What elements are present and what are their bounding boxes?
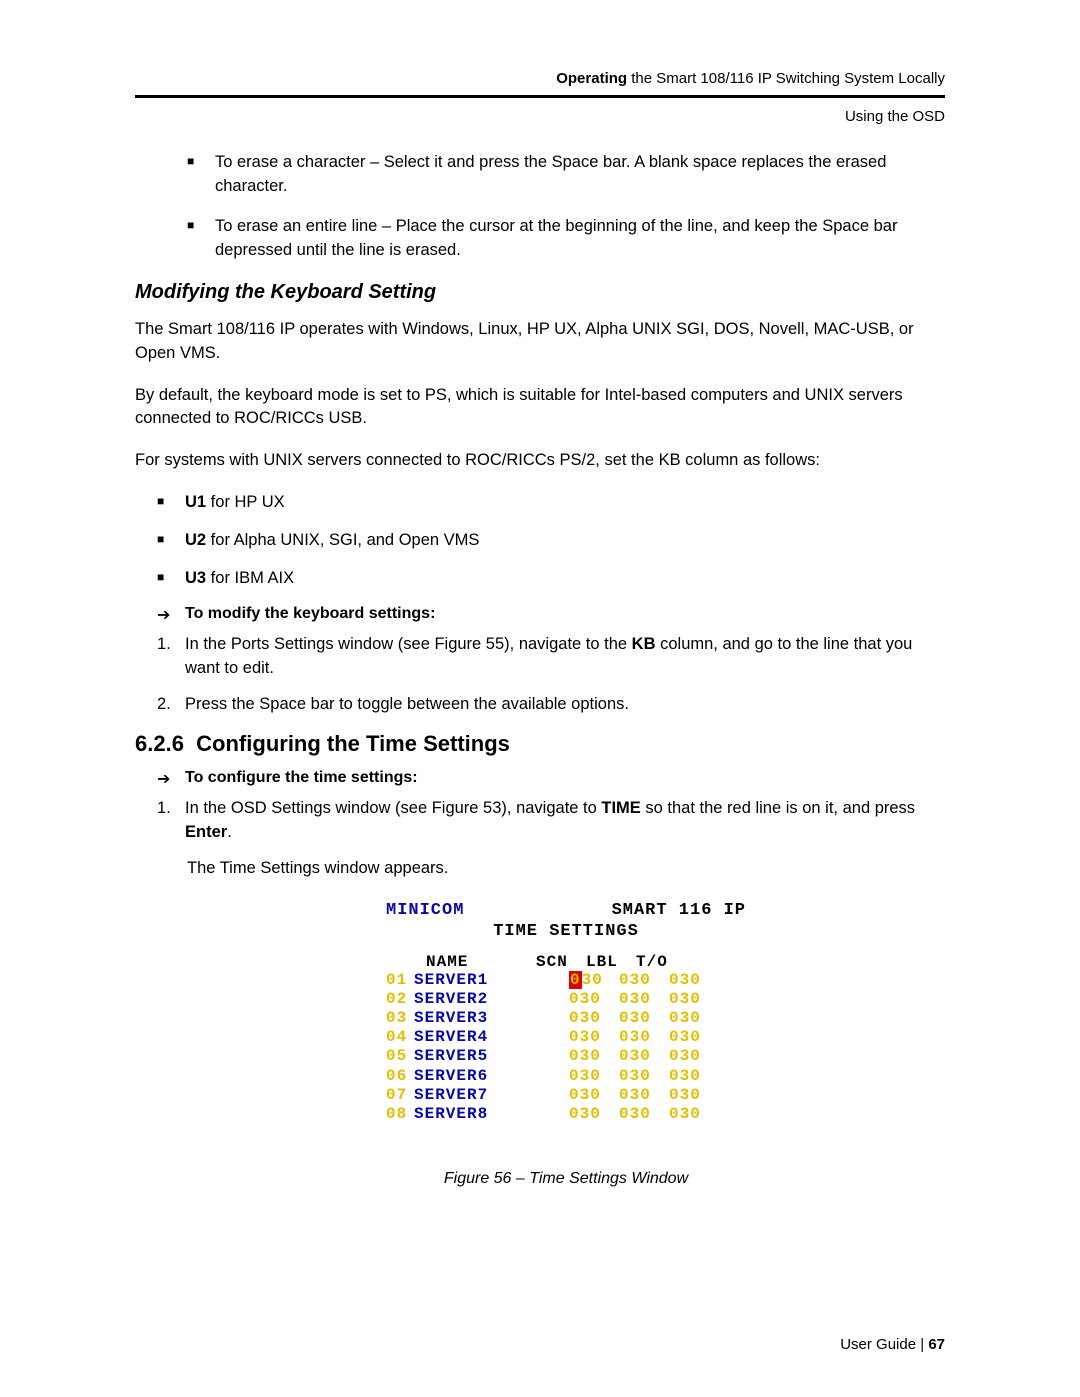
osd-brand: MINICOM (386, 901, 464, 920)
osd-row: 02SERVER2030030030 (386, 990, 746, 1009)
osd-row: 01SERVER1030030030 (386, 971, 746, 990)
bullet-erase-char: To erase a character – Select it and pre… (187, 151, 945, 199)
modify-step-2: Press the Space bar to toggle between th… (135, 693, 945, 717)
osd-row: 03SERVER3030030030 (386, 1009, 746, 1028)
erase-bullets: To erase a character – Select it and pre… (187, 151, 945, 263)
osd-title1: SMART 116 IP (612, 901, 746, 920)
time-step-1: In the OSD Settings window (see Figure 5… (135, 797, 945, 845)
osd-columns: NAMESCNLBLT/O (386, 953, 746, 971)
figure-caption: Figure 56 – Time Settings Window (187, 1170, 945, 1188)
bullet-erase-line: To erase an entire line – Place the curs… (187, 215, 945, 263)
osd-rows: 01SERVER103003003002SERVER203003003003SE… (386, 971, 746, 1125)
arrow-time-settings: To configure the time settings: (135, 769, 945, 787)
modify-step-1: In the Ports Settings window (see Figure… (135, 633, 945, 681)
arrow-modify-kb: To modify the keyboard settings: (135, 605, 945, 623)
modify-steps: In the Ports Settings window (see Figure… (135, 633, 945, 717)
kb-u3: U3 for IBM AIX (135, 567, 945, 591)
osd-row: 04SERVER4030030030 (386, 1028, 746, 1047)
footer: User Guide | 67 (840, 1336, 945, 1353)
time-steps: In the OSD Settings window (see Figure 5… (135, 797, 945, 845)
osd-window: MINICOM SMART 116 IP TIME SETTINGS NAMES… (376, 895, 756, 1153)
section-heading: 6.2.6 Configuring the Time Settings (135, 731, 945, 757)
para-default: By default, the keyboard mode is set to … (135, 384, 945, 432)
header-chapter: Operating the Smart 108/116 IP Switching… (135, 70, 945, 98)
osd-row: 07SERVER7030030030 (386, 1086, 746, 1105)
osd-row: 05SERVER5030030030 (386, 1047, 746, 1066)
heading-modifying-keyboard: Modifying the Keyboard Setting (135, 281, 945, 304)
osd-title2: TIME SETTINGS (386, 922, 746, 941)
header-rest: the Smart 108/116 IP Switching System Lo… (627, 70, 945, 87)
para-unix: For systems with UNIX servers connected … (135, 449, 945, 473)
time-appears: The Time Settings window appears. (187, 857, 945, 881)
para-compat: The Smart 108/116 IP operates with Windo… (135, 318, 945, 366)
osd-row: 06SERVER6030030030 (386, 1067, 746, 1086)
kb-list: U1 for HP UX U2 for Alpha UNIX, SGI, and… (135, 491, 945, 591)
kb-u2: U2 for Alpha UNIX, SGI, and Open VMS (135, 529, 945, 553)
header-sub: Using the OSD (135, 108, 945, 125)
kb-u1: U1 for HP UX (135, 491, 945, 515)
osd-row: 08SERVER8030030030 (386, 1105, 746, 1124)
header-bold: Operating (556, 70, 627, 87)
